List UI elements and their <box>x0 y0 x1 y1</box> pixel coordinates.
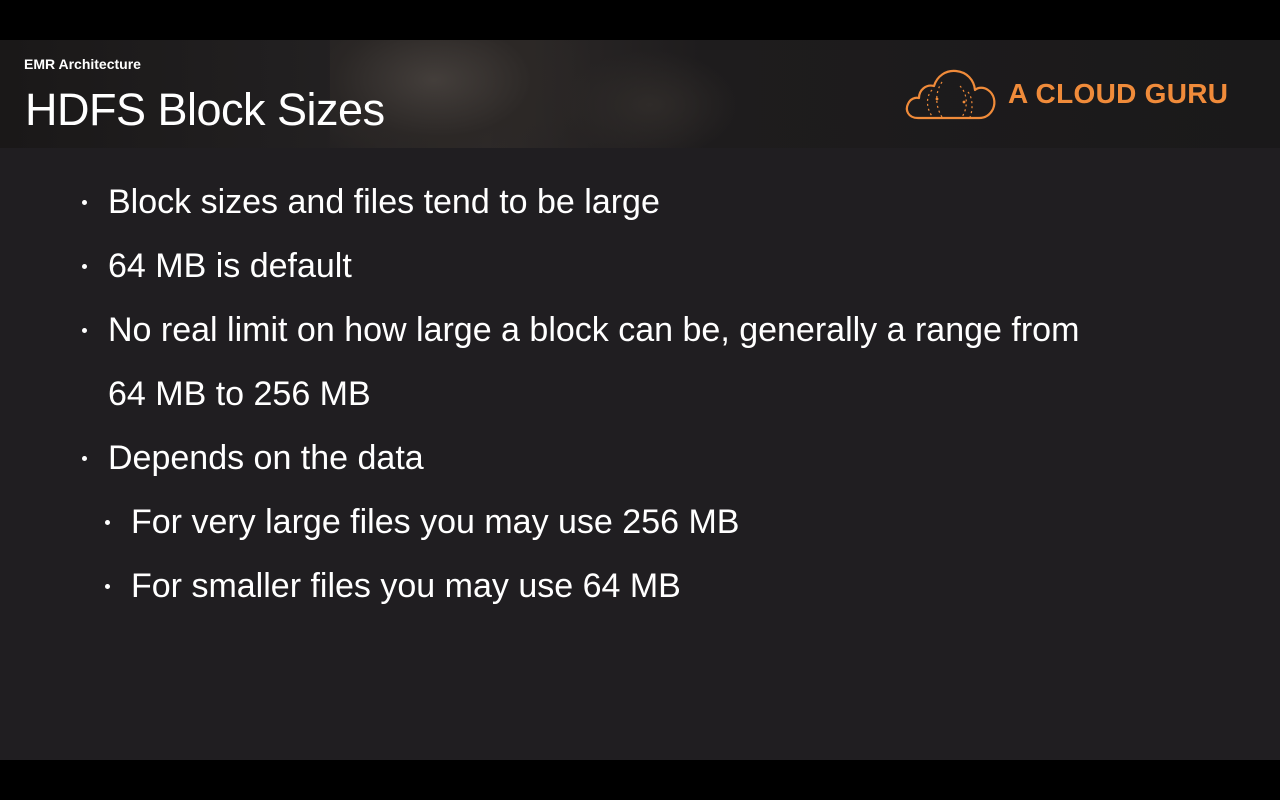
bullet-dot <box>82 456 87 461</box>
bullet-dot <box>82 328 87 333</box>
letterbox-bottom <box>0 760 1280 800</box>
sub-bullet-item: For very large files you may use 256 MB <box>131 503 740 541</box>
sub-bullet-dot <box>105 520 110 525</box>
sub-bullet-dot <box>105 584 110 589</box>
slide-title: HDFS Block Sizes <box>25 84 385 135</box>
bullet-item: Depends on the data <box>108 439 424 477</box>
sub-bullet-item: For smaller files you may use 64 MB <box>131 567 681 605</box>
bullet-dot <box>82 264 87 269</box>
bullet-item: No real limit on how large a block can b… <box>108 311 1080 349</box>
bullet-item: Block sizes and files tend to be large <box>108 183 660 221</box>
slide-header: EMR Architecture HDFS Block Sizes A CLOU… <box>0 40 1280 148</box>
brand-logo: A CLOUD GURU <box>904 66 1244 122</box>
slide: EMR Architecture HDFS Block Sizes A CLOU… <box>0 40 1280 760</box>
bullet-dot <box>82 200 87 205</box>
header-background-photo-shadow <box>560 50 740 148</box>
cloud-icon <box>905 69 996 120</box>
bullet-item: 64 MB is default <box>108 247 352 285</box>
letterbox-top <box>0 0 1280 40</box>
bullet-item-continuation: 64 MB to 256 MB <box>108 375 371 413</box>
section-label: EMR Architecture <box>24 56 141 72</box>
brand-logo-text: A CLOUD GURU <box>1008 78 1229 109</box>
